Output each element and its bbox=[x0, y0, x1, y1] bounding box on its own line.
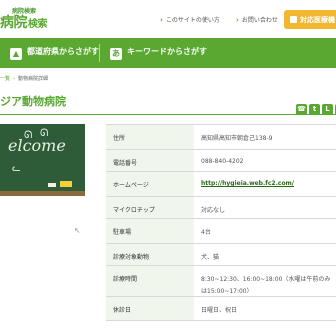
hours-value: 8:30~12:30、16:00~18:00（水曜は午前のみ は15:00~17… bbox=[194, 265, 336, 297]
closed-days-value: 日曜日、祝日 bbox=[194, 296, 336, 321]
row-label: 駐車場 bbox=[106, 218, 194, 244]
contact-link[interactable]: › お問い合わせ bbox=[236, 15, 278, 24]
hours-line-1: 8:30~12:30、16:00~18:00（水曜は午前のみ bbox=[201, 276, 331, 283]
supported-clinics-button[interactable]: 対応医療機 bbox=[284, 10, 336, 29]
chalkboard-text: elcome bbox=[8, 136, 66, 155]
page-title: ジア動物病院 bbox=[0, 95, 66, 108]
share-icons: ☎tL✉ bbox=[296, 96, 336, 115]
how-to-use-link[interactable]: › このサイトの使い方 bbox=[160, 15, 220, 24]
keyword-icon: あ bbox=[110, 48, 122, 60]
chevron-right-icon: › bbox=[13, 76, 16, 82]
table-row: 休診日 日曜日、祝日 bbox=[106, 296, 336, 321]
breadcrumb: 一覧 › 動物病院詳細 bbox=[0, 75, 48, 82]
breadcrumb-current: 動物病院詳細 bbox=[18, 76, 49, 82]
chevron-right-icon: › bbox=[160, 16, 163, 24]
table-row: 診療対象動物 犬、猫 bbox=[106, 243, 336, 266]
site-logo[interactable]: 病院検索 bbox=[0, 12, 48, 32]
homepage-link[interactable]: http://hygieia.web.fc2.com/ bbox=[201, 180, 294, 187]
microchip-value: 対応なし bbox=[194, 196, 336, 219]
row-label: 診療時間 bbox=[106, 265, 194, 297]
nav-divider bbox=[99, 44, 100, 62]
logo-main-text: 病院 bbox=[0, 15, 28, 31]
hours-line-2: は15:00~17:00） bbox=[201, 288, 253, 295]
row-label: 診療対象動物 bbox=[106, 243, 194, 266]
map-icon: ▲ bbox=[10, 48, 22, 60]
search-by-keyword[interactable]: あキーワードからさがす bbox=[110, 46, 207, 60]
search-by-prefecture[interactable]: ▲ 都道府県からさがす bbox=[10, 46, 99, 60]
parking-value: 4台 bbox=[194, 218, 336, 244]
clinic-details-table: 住所 高知県高知市朝倉己138-9 電話番号 088-840-4202 ホームペ… bbox=[106, 124, 336, 321]
title-divider bbox=[0, 114, 336, 115]
row-label: 休診日 bbox=[106, 296, 194, 321]
site-header: 病院検索 病院検索 › このサイトの使い方 › お問い合わせ 対応医療機 bbox=[0, 0, 336, 34]
row-label: マイクロチップ bbox=[106, 196, 194, 219]
table-row: ホームページ http://hygieia.web.fc2.com/ bbox=[106, 171, 336, 197]
logo-tail-text: 検索 bbox=[28, 19, 48, 30]
animals-value: 犬、猫 bbox=[194, 243, 336, 266]
contact-label: お問い合わせ bbox=[241, 17, 278, 24]
search-by-keyword-label: キーワードからさがす bbox=[127, 47, 207, 56]
homepage-cell: http://hygieia.web.fc2.com/ bbox=[194, 171, 336, 197]
chevron-right-icon: › bbox=[236, 16, 239, 24]
supported-clinics-label: 対応医療機 bbox=[300, 16, 335, 24]
square-icon bbox=[290, 16, 297, 23]
how-to-use-label: このサイトの使い方 bbox=[165, 17, 220, 24]
table-row: マイクロチップ 対応なし bbox=[106, 196, 336, 219]
eraser bbox=[60, 181, 72, 187]
search-nav-bar: ▲ 都道府県からさがす あキーワードからさがす bbox=[0, 38, 336, 68]
chalk-piece bbox=[48, 183, 56, 187]
mouse-cursor-icon: ↖ bbox=[74, 226, 81, 235]
phone-value: 088-840-4202 bbox=[194, 149, 336, 172]
table-row: 電話番号 088-840-4202 bbox=[106, 149, 336, 172]
address-value: 高知県高知市朝倉己138-9 bbox=[194, 124, 336, 150]
cat-drawing-icon: ᓚ bbox=[12, 163, 21, 174]
table-row: 診療時間 8:30~12:30、16:00~18:00（水曜は午前のみ は15:… bbox=[106, 265, 336, 297]
search-by-prefecture-label: 都道府県からさがす bbox=[27, 47, 99, 56]
row-label: 電話番号 bbox=[106, 149, 194, 172]
row-label: 住所 bbox=[106, 124, 194, 150]
table-row: 駐車場 4台 bbox=[106, 218, 336, 244]
row-label: ホームページ bbox=[106, 171, 194, 197]
breadcrumb-home[interactable]: 一覧 bbox=[0, 76, 10, 82]
table-row: 住所 高知県高知市朝倉己138-9 bbox=[106, 124, 336, 150]
